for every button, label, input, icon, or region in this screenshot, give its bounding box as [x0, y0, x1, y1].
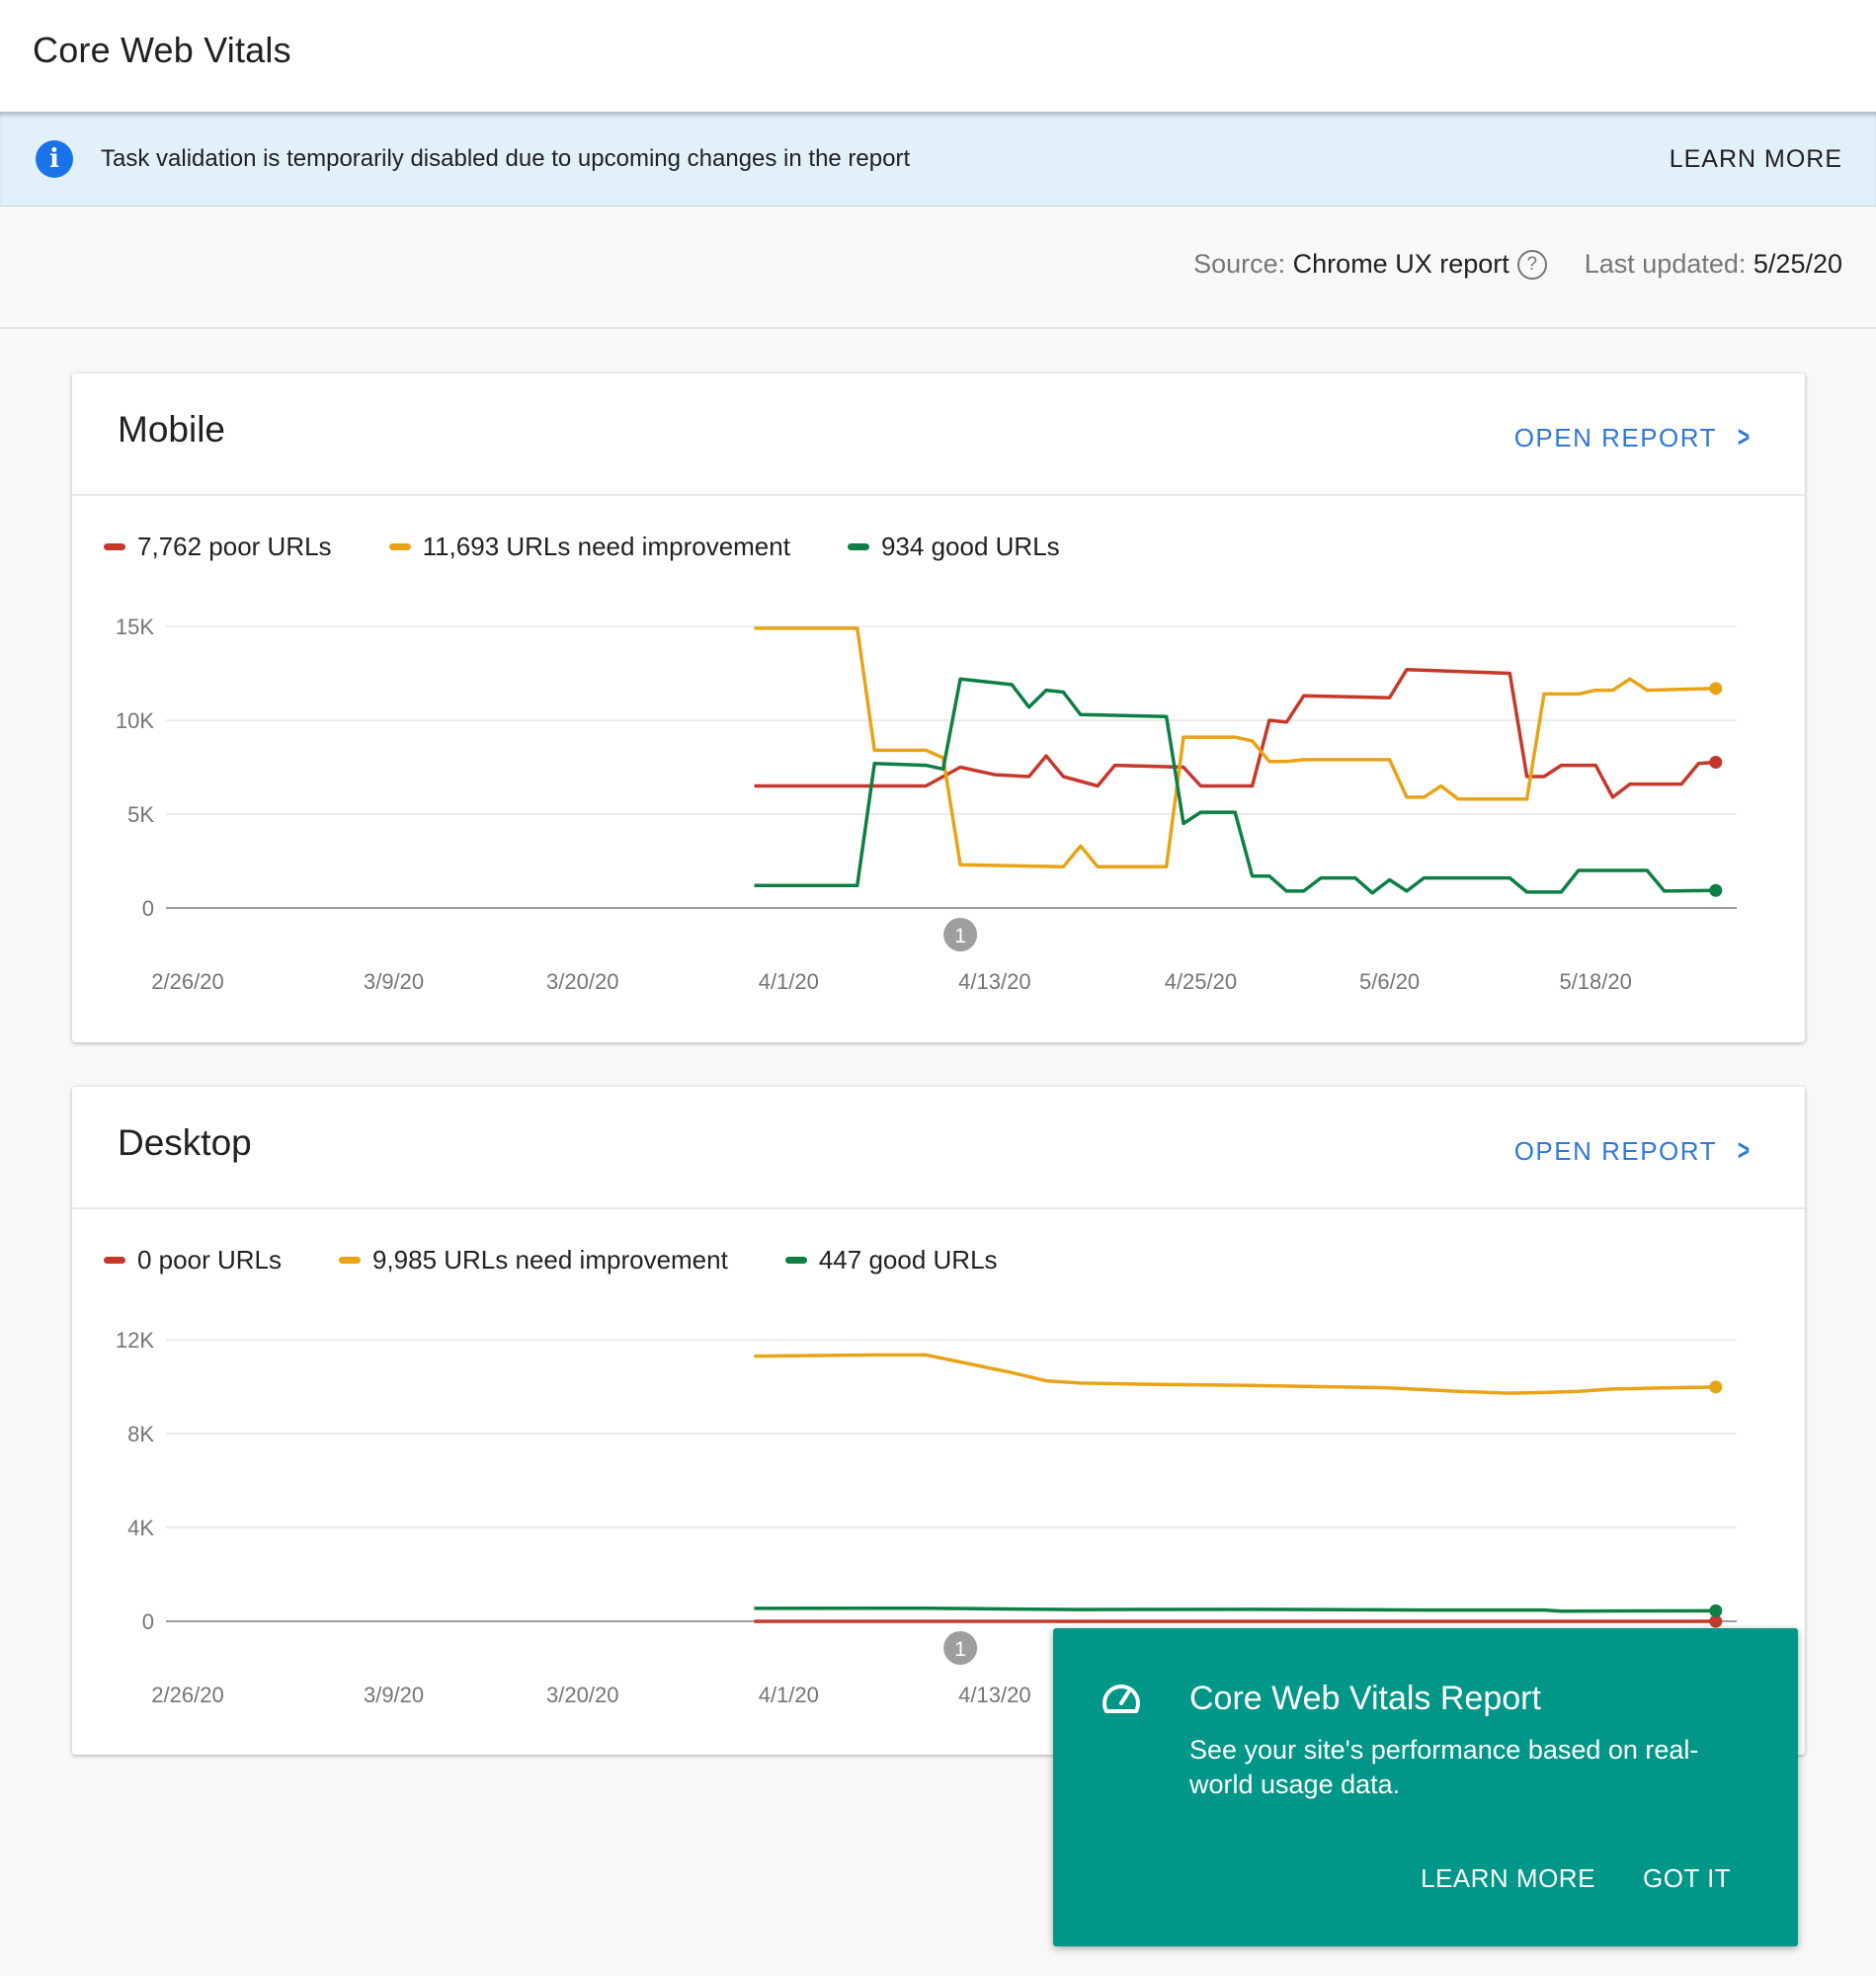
series-line-poor	[754, 667, 1716, 799]
source-row: Source: Chrome UX report ? Last updated:…	[0, 206, 1876, 329]
y-tick-label: 15K	[116, 615, 154, 639]
series-line-need-improvement	[754, 626, 1716, 868]
mobile-card: Mobile OPEN REPORT > 7,762 poor URLs 11,…	[72, 373, 1805, 1042]
source-value: Chrome UX report	[1292, 249, 1509, 279]
x-tick-label: 3/20/20	[546, 969, 618, 994]
annotation-marker[interactable]: 1	[943, 918, 978, 951]
mobile-line-chart: 0 5K 10K 15K 2/26/20 3/9/20 3/20/20 4/1/20 4/13/…	[116, 615, 1737, 994]
y-tick-label: 8K	[127, 1422, 154, 1446]
info-banner: i Task validation is temporarily disable…	[0, 112, 1876, 206]
x-tick-label: 2/26/20	[151, 1683, 223, 1707]
x-tick-label: 4/25/20	[1165, 969, 1237, 994]
annotation-label: 1	[954, 1638, 966, 1661]
speed-gauge-icon	[1102, 1685, 1140, 1713]
popup-got-it-button[interactable]: GOT IT	[1643, 1863, 1731, 1894]
y-tick-label: 5K	[127, 802, 154, 827]
y-tick-label: 4K	[127, 1516, 154, 1540]
x-tick-label: 4/1/20	[759, 969, 819, 994]
series-endpoint-good[interactable]	[1709, 1604, 1723, 1617]
x-tick-label: 3/20/20	[546, 1683, 618, 1707]
popup-title: Core Web Vitals Report	[1189, 1680, 1541, 1717]
last-updated-value: 5/25/20	[1753, 249, 1842, 279]
x-tick-label: 4/13/20	[958, 1683, 1030, 1707]
x-tick-label: 4/13/20	[958, 969, 1030, 994]
annotation-marker[interactable]: 1	[943, 1631, 978, 1665]
annotation-label: 1	[954, 925, 966, 947]
y-tick-label: 12K	[116, 1328, 154, 1353]
popup-body: See your site's performance based on rea…	[1189, 1735, 1699, 1799]
y-tick-label: 0	[142, 1609, 154, 1634]
x-tick-label: 4/1/20	[759, 1683, 819, 1707]
x-tick-label: 3/9/20	[364, 1683, 424, 1707]
x-tick-label: 5/6/20	[1359, 969, 1420, 994]
help-circle-icon[interactable]: ?	[1516, 249, 1547, 280]
series-endpoint-good[interactable]	[1709, 883, 1723, 897]
x-tick-label: 3/9/20	[364, 969, 424, 994]
banner-message: Task validation is temporarily disabled …	[101, 145, 911, 172]
x-tick-label: 5/18/20	[1559, 969, 1631, 994]
top-bar: Core Web Vitals	[0, 0, 1876, 112]
last-updated-label: Last updated:	[1584, 249, 1747, 279]
series-line-need-improvement	[754, 1353, 1716, 1395]
popup-learn-more-button[interactable]: LEARN MORE	[1421, 1863, 1595, 1894]
feature-announcement-popup: Core Web Vitals Report See your site's p…	[1053, 1628, 1798, 1946]
page-title: Core Web Vitals	[33, 30, 291, 70]
y-tick-label: 10K	[116, 708, 154, 733]
source-label: Source:	[1193, 249, 1286, 279]
x-tick-label: 2/26/20	[151, 969, 223, 994]
series-endpoint-need-improvement[interactable]	[1709, 682, 1723, 696]
series-endpoint-need-improvement[interactable]	[1709, 1380, 1723, 1394]
y-tick-label: 0	[142, 896, 154, 921]
info-icon: i	[36, 140, 73, 178]
series-endpoint-poor[interactable]	[1709, 756, 1723, 770]
series-line-good	[754, 1606, 1716, 1613]
banner-learn-more-button[interactable]: LEARN MORE	[1670, 145, 1842, 174]
